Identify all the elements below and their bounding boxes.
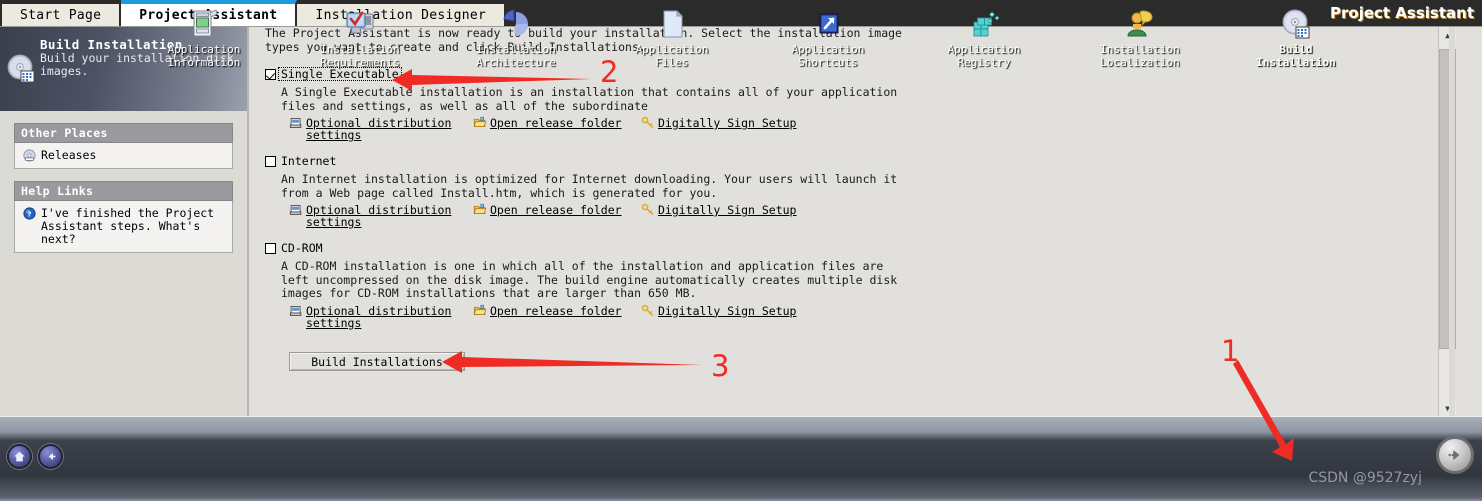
panel-heading: Help Links — [14, 181, 233, 201]
link-label: Digitally Sign Setup — [658, 303, 797, 318]
application-information-icon — [193, 9, 218, 37]
link-optional-distribution-settings[interactable]: Optional distribution settings — [289, 204, 473, 228]
back-button[interactable] — [38, 444, 63, 469]
installation-architecture-icon — [503, 9, 528, 36]
taskbar-item-label: Application Shortcuts — [791, 43, 865, 69]
internet-label[interactable]: Internet — [279, 155, 338, 167]
cd-disk-icon — [23, 149, 36, 162]
installation-localization-icon — [1127, 10, 1153, 37]
single-executable-description: A Single Executable installation is an i… — [281, 85, 898, 113]
key-icon — [641, 203, 654, 215]
distribution-settings-icon — [289, 118, 302, 128]
link-label: Optional distribution settings — [306, 116, 452, 142]
cd-rom-checkbox-row[interactable]: CD-ROM — [265, 241, 1449, 255]
home-button[interactable] — [7, 444, 32, 469]
forward-arrow-icon — [1448, 449, 1460, 461]
key-icon — [641, 304, 654, 316]
taskbar-item-installation-architecture[interactable]: Installation Architecture — [438, 8, 594, 69]
link-label: Digitally Sign Setup — [658, 116, 797, 130]
link-digitally-sign-setup[interactable]: Digitally Sign Setup — [641, 303, 797, 329]
link-label: Optional distribution settings — [306, 203, 452, 229]
internet-checkbox[interactable] — [265, 155, 276, 167]
taskbar-item-application-files[interactable]: Application Files — [594, 8, 750, 69]
taskbar-item-application-information[interactable]: Application Information — [126, 8, 282, 69]
taskbar-item-label: Application Files — [635, 43, 709, 69]
taskbar-item-label: Application Information — [167, 43, 241, 69]
sidebar-item-label: Releases — [41, 148, 97, 162]
svg-text:?: ? — [27, 209, 31, 218]
distribution-settings-icon — [289, 205, 302, 215]
help-question-icon: ? — [23, 207, 36, 220]
taskbar-item-label: Build Installation — [1256, 43, 1336, 69]
link-label: Digitally Sign Setup — [658, 203, 797, 217]
link-digitally-sign-setup[interactable]: Digitally Sign Setup — [641, 203, 797, 228]
application-registry-icon — [973, 11, 1000, 37]
cd-rom-description: A CD-ROM installation is one in which al… — [281, 259, 898, 300]
home-icon — [14, 451, 25, 462]
distribution-settings-icon — [289, 305, 302, 316]
tab-label: Start Page — [20, 7, 102, 23]
open-folder-icon — [473, 304, 487, 315]
taskbar-item-build-installation[interactable]: Build Installation — [1218, 8, 1374, 69]
link-open-release-folder[interactable]: Open release folder — [473, 303, 641, 329]
internet-description: An Internet installation is optimized fo… — [281, 172, 898, 200]
taskbar-item-label: Application Registry — [947, 43, 1021, 69]
internet-links: Optional distribution settings Open rele… — [289, 203, 1449, 228]
scroll-region: The Project Assistant is now ready to bu… — [247, 27, 1455, 417]
taskbar-items: Application Information Installation Req… — [150, 0, 1350, 85]
sidebar: Build Installation Build your installati… — [0, 27, 247, 417]
cd-disk-icon — [7, 54, 35, 83]
build-installation-icon — [1282, 9, 1310, 39]
application-window: Start Page Project Assistant Installatio… — [0, 0, 1482, 501]
cd-rom-links: Optional distribution settings Open rele… — [289, 303, 1449, 329]
taskbar-item-installation-localization[interactable]: Installation Localization — [1062, 8, 1218, 69]
build-row: Build Installations — [289, 351, 1449, 371]
link-label: Open release folder — [490, 116, 622, 130]
link-optional-distribution-settings[interactable]: Optional distribution settings — [289, 117, 473, 141]
taskbar-item-label: Installation Localization — [1100, 43, 1180, 69]
application-files-icon — [663, 9, 684, 38]
key-icon — [641, 116, 654, 128]
link-open-release-folder[interactable]: Open release folder — [473, 203, 641, 228]
taskbar-item-label: Installation Requirements — [320, 43, 400, 69]
forward-button[interactable] — [1436, 436, 1474, 474]
application-shortcuts-icon — [819, 13, 839, 34]
taskbar-item-installation-requirements[interactable]: Installation Requirements — [282, 8, 438, 69]
cd-rom-checkbox[interactable] — [265, 242, 276, 254]
taskbar-item-application-shortcuts[interactable]: Application Shortcuts — [750, 8, 906, 69]
link-open-release-folder[interactable]: Open release folder — [473, 116, 641, 141]
single-executable-links: Optional distribution settings Open rele… — [289, 116, 1449, 141]
group-internet: Internet An Internet installation is opt… — [265, 154, 1449, 228]
panel-heading: Other Places — [14, 123, 233, 143]
taskbar-item-application-registry[interactable]: Application Registry — [906, 8, 1062, 69]
sidebar-item-whats-next[interactable]: ? I've finished the Project Assistant st… — [23, 207, 224, 246]
sidebar-item-label: I've finished the Project Assistant step… — [41, 206, 215, 246]
content-pane: The Project Assistant is now ready to bu… — [247, 27, 1456, 417]
panel-body: ? I've finished the Project Assistant st… — [14, 201, 233, 253]
link-label: Open release folder — [490, 203, 622, 217]
sidebar-item-releases[interactable]: Releases — [23, 149, 224, 162]
cd-rom-label[interactable]: CD-ROM — [279, 242, 325, 254]
watermark: CSDN @9527zyj — [1308, 470, 1422, 486]
build-installations-button[interactable]: Build Installations — [289, 352, 465, 371]
internet-checkbox-row[interactable]: Internet — [265, 154, 1449, 168]
link-digitally-sign-setup[interactable]: Digitally Sign Setup — [641, 116, 797, 141]
panel-other-places: Other Places Releases — [14, 123, 233, 169]
taskbar-item-label: Installation Architecture — [476, 43, 556, 69]
panel-help-links: Help Links ? I've finished the Project A… — [14, 181, 233, 253]
installation-requirements-icon — [346, 11, 374, 34]
pane-right-edge — [1449, 27, 1455, 417]
bottom-taskbar — [0, 416, 1482, 501]
open-folder-icon — [473, 203, 487, 214]
tab-start-page[interactable]: Start Page — [2, 4, 122, 26]
link-label: Open release folder — [490, 303, 622, 318]
link-label: Optional distribution settings — [306, 303, 452, 330]
panel-body: Releases — [14, 143, 233, 169]
group-cd-rom: CD-ROM A CD-ROM installation is one in w… — [265, 241, 1449, 329]
open-folder-icon — [473, 116, 487, 127]
back-arrow-icon — [48, 452, 55, 461]
link-optional-distribution-settings[interactable]: Optional distribution settings — [289, 305, 473, 329]
